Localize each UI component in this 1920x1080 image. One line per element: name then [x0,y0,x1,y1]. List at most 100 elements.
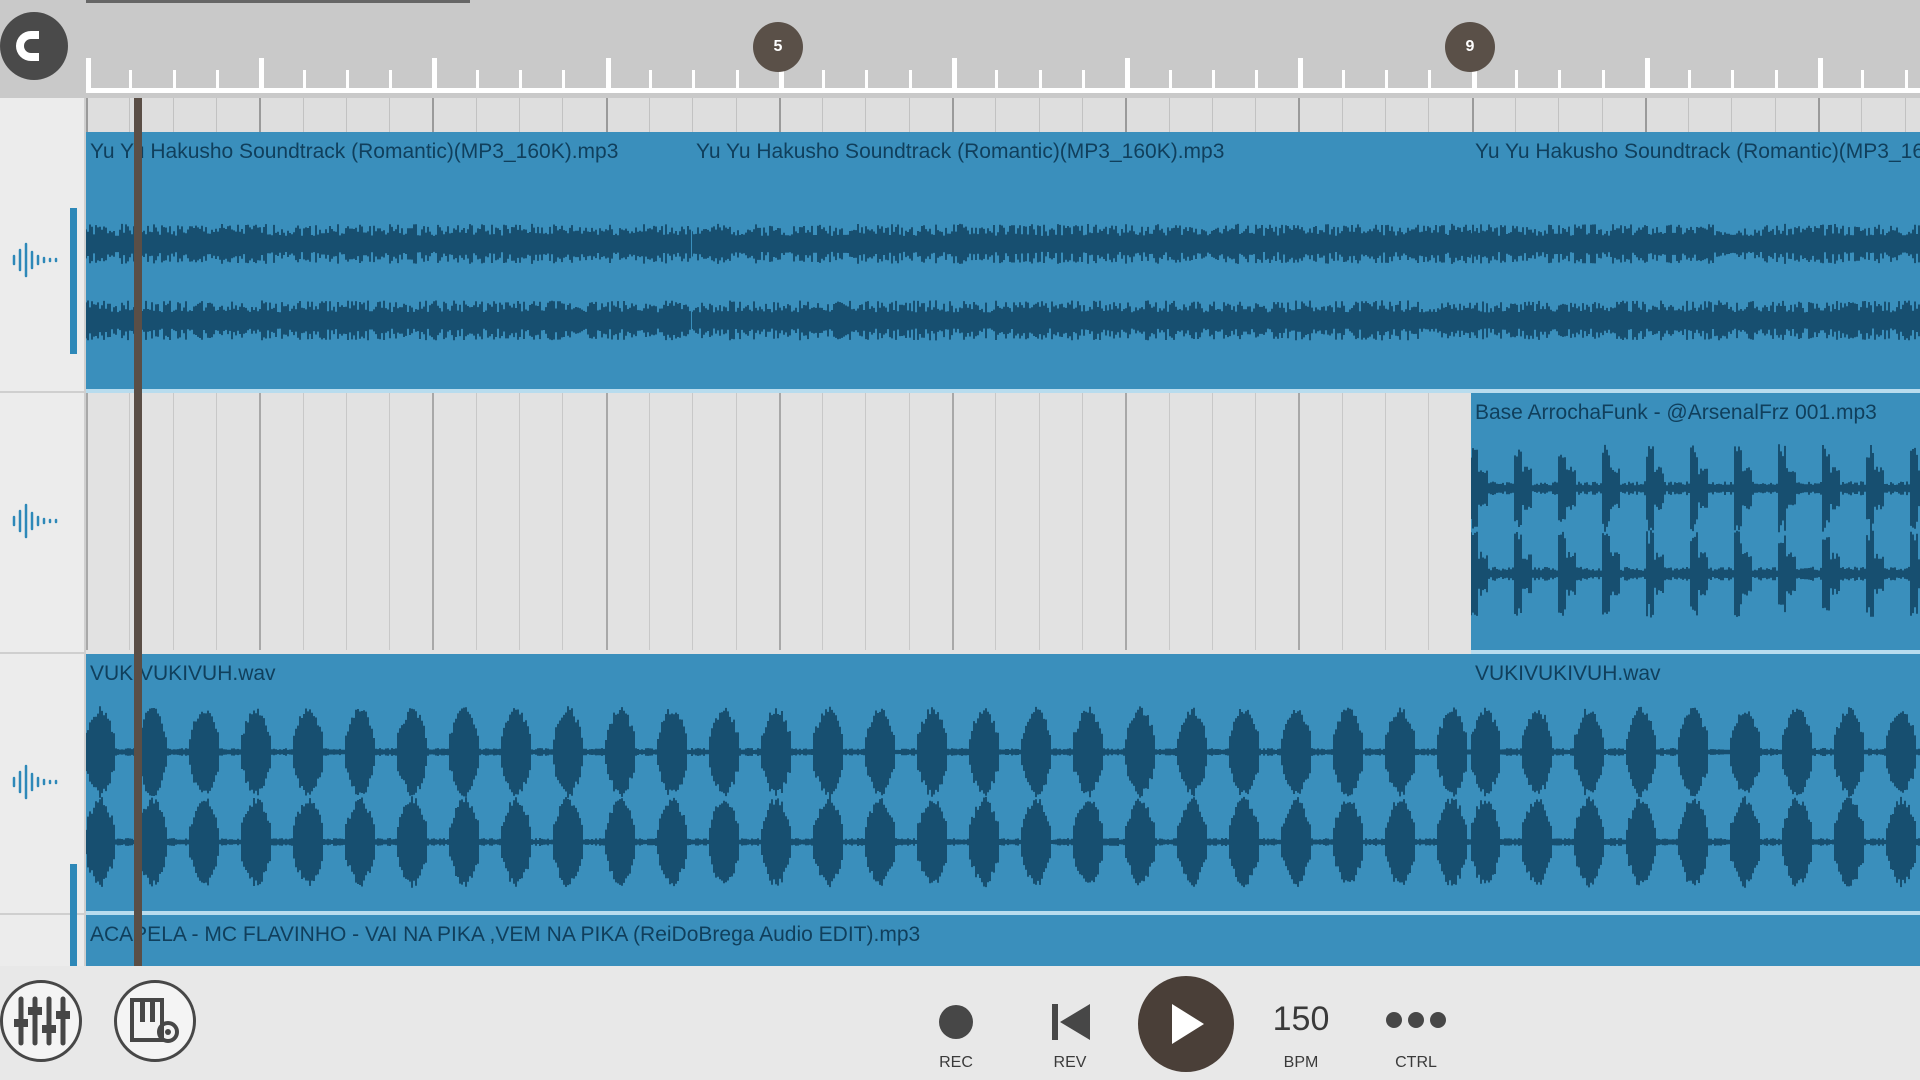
grid-line [519,98,520,132]
instrument-settings-button[interactable] [114,980,196,1062]
audio-clip[interactable]: Yu Yu Hakusho Soundtrack (Romantic)(MP3_… [692,132,1471,393]
grid-line [259,98,262,132]
skip-back-icon [1052,1004,1090,1040]
ruler-tick [345,70,349,88]
mixer-sliders-icon [14,996,70,1046]
bpm-control[interactable]: 150 BPM [1262,966,1340,1080]
track-volume-bar[interactable] [70,208,77,354]
clip-waveform [692,223,1471,341]
grid-line [605,393,608,650]
play-button[interactable] [1138,976,1234,1072]
grid-line [1861,98,1863,132]
lane-2[interactable]: Base ArrochaFunk - @ArsenalFrz 001.mp3 [86,393,1920,654]
grid-line [1385,98,1386,132]
ruler-tick [1341,70,1345,88]
grid-line [1904,98,1906,132]
snap-magnet-button[interactable] [0,12,68,80]
bar-marker-9[interactable]: 9 [1445,22,1495,72]
beat-grid-strip [86,98,1920,132]
grid-line [1341,98,1343,132]
grid-line [172,98,174,132]
audio-wave-icon [12,242,58,278]
track-header-2[interactable] [0,393,84,654]
grid-line [692,393,694,650]
ruler-tick [562,70,566,88]
grid-line [1428,98,1430,132]
grid-line [215,98,217,132]
grid-line [952,98,954,132]
grid-line [778,393,781,650]
grid-line [1168,98,1170,132]
ruler-tick [692,70,696,88]
clip-name: VUKIVUKIVUH.wav [1475,662,1661,685]
grid-line [648,98,650,132]
grid-line [259,393,262,650]
grid-line [865,98,867,132]
grid-line [1818,98,1820,132]
grid-line [1558,98,1560,132]
track-header-4[interactable] [0,915,84,968]
lane-3[interactable]: VUKIVUKIVUH.wav VUKIVUKIVUH.wav [86,654,1920,915]
waveform-channel [1471,300,1920,341]
grid-line [389,393,391,650]
lane-1[interactable]: Yu Yu Hakusho Soundtrack (Romantic)(MP3_… [86,132,1920,393]
lane-4[interactable]: ACAPELA - MC FLAVINHO - VAI NA PIKA ,VEM… [86,915,1920,966]
record-button[interactable]: REC [920,966,992,1080]
ruler-tick [1514,70,1518,88]
track-lanes[interactable]: Yu Yu Hakusho Soundtrack (Romantic)(MP3_… [86,132,1920,966]
waveform-channel [1471,706,1920,798]
ruler-tick [86,58,91,88]
grid-line [1514,98,1516,132]
audio-clip[interactable]: VUKIVUKIVUH.wav [86,654,1471,915]
ruler-tick [1904,70,1908,88]
ruler-tick [389,70,393,88]
ruler-tick [1385,70,1388,88]
audio-clip[interactable]: VUKIVUKIVUH.wav [1471,654,1920,915]
clip-waveform [1471,706,1920,888]
ruler-tick [1774,70,1778,88]
bar-marker-5[interactable]: 5 [753,22,803,72]
track-header-1[interactable] [0,132,84,393]
grid-line [1774,98,1776,132]
ruler-tick [519,70,522,88]
ruler-tick [1731,70,1735,88]
audio-clip[interactable]: Yu Yu Hakusho Soundtrack (Romantic)(MP3_… [1471,132,1920,393]
grid-line [865,393,867,650]
clip-waveform [86,223,691,341]
play-icon [1172,1004,1204,1044]
bpm-label: BPM [1283,1054,1319,1071]
track-header-3[interactable] [0,654,84,976]
grid-line [1298,393,1301,650]
grid-line [1211,98,1213,132]
clip-name: ACAPELA - MC FLAVINHO - VAI NA PIKA ,VEM… [90,923,921,946]
grid-line [86,98,88,132]
ruler-tick [475,70,479,88]
ruler-tick [1428,70,1432,88]
grid-line [648,393,650,650]
grid-line [1385,393,1386,650]
grid-line [822,393,824,650]
grid-line [735,98,737,132]
audio-clip[interactable]: ACAPELA - MC FLAVINHO - VAI NA PIKA ,VEM… [86,915,1920,966]
grid-line [1298,98,1301,132]
grid-line [952,393,954,650]
mixer-button[interactable] [0,980,82,1062]
clip-waveform [86,706,1471,888]
ruler-tick [1168,70,1172,88]
grid-line [389,98,391,132]
grid-line [1731,98,1733,132]
grid-line [129,393,131,650]
bpm-value: 150 [1272,1000,1330,1038]
grid-line [475,393,477,650]
playhead[interactable] [134,98,142,966]
rewind-button[interactable]: REV [1034,966,1106,1080]
audio-clip[interactable]: Yu Yu Hakusho Soundtrack (Romantic)(MP3_… [86,132,692,393]
more-dots-icon [1386,1012,1446,1028]
timeline-ruler[interactable]: 5 9 [0,0,1920,98]
ruler-tick [822,70,826,88]
audio-clip[interactable]: Base ArrochaFunk - @ArsenalFrz 001.mp3 [1471,393,1920,654]
waveform-channel [1471,223,1920,264]
clip-name: Yu Yu Hakusho Soundtrack (Romantic)(MP3_… [1475,140,1920,163]
grid-line [692,98,694,132]
control-menu-button[interactable]: CTRL [1376,966,1456,1080]
